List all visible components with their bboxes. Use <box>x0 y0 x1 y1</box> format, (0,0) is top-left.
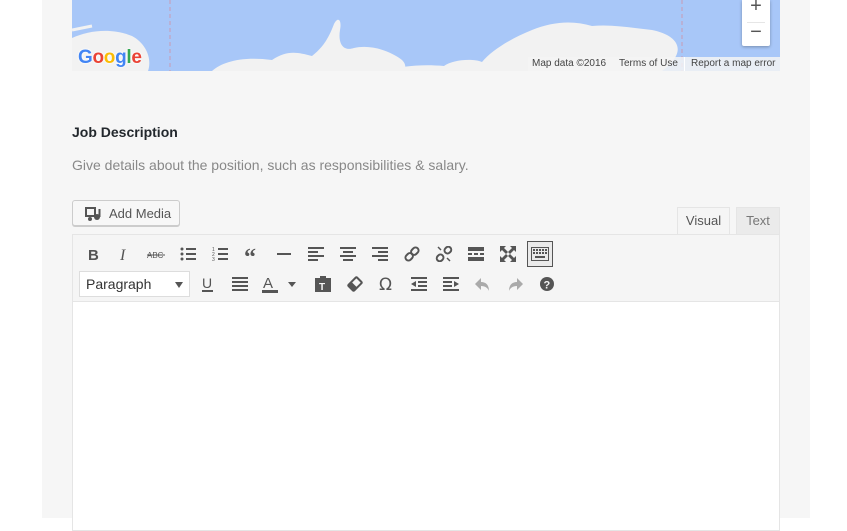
blockquote-icon[interactable]: “ <box>238 240 266 268</box>
italic-icon[interactable]: I <box>110 240 138 268</box>
svg-text:?: ? <box>544 280 551 292</box>
bold-icon[interactable]: B <box>79 240 107 268</box>
paragraph-format-select[interactable]: Paragraph <box>79 271 190 297</box>
svg-text:“: “ <box>244 247 256 261</box>
special-character-icon[interactable]: Ω <box>373 270 401 298</box>
job-description-heading: Job Description <box>72 124 178 140</box>
clear-formatting-icon[interactable] <box>341 270 369 298</box>
align-right-icon[interactable] <box>366 240 394 268</box>
add-media-icon <box>85 206 103 227</box>
google-logo-letter: e <box>131 47 142 68</box>
help-icon[interactable]: ? <box>533 270 561 298</box>
add-media-label: Add Media <box>109 206 172 221</box>
google-logo-letter: o <box>92 47 104 68</box>
remove-link-icon[interactable] <box>430 240 458 268</box>
insert-link-icon[interactable] <box>398 240 426 268</box>
text-color-icon[interactable]: A <box>258 270 302 298</box>
align-left-icon[interactable] <box>302 240 330 268</box>
bullet-list-icon[interactable] <box>174 240 202 268</box>
format-select-value: Paragraph <box>86 276 152 292</box>
paste-text-icon[interactable]: T <box>309 270 337 298</box>
read-more-icon[interactable] <box>462 240 490 268</box>
map-data-label: Map data ©2016 <box>532 58 607 69</box>
chevron-down-icon <box>175 282 183 288</box>
editor-toolbar: B I ABC 123 “ Paragraph U A T Ω ? <box>72 234 780 302</box>
google-logo: Google <box>78 47 142 69</box>
zoom-out-button[interactable]: − <box>742 22 770 44</box>
zoom-in-button[interactable]: + <box>742 0 770 18</box>
indent-icon[interactable] <box>437 270 465 298</box>
attribution-divider <box>684 57 685 71</box>
underline-icon[interactable]: U <box>194 270 222 298</box>
add-media-button[interactable]: Add Media <box>72 200 180 226</box>
align-center-icon[interactable] <box>334 240 362 268</box>
svg-text:Ω: Ω <box>379 276 392 292</box>
map-zoom-control: + − <box>742 0 770 46</box>
svg-text:U: U <box>202 276 212 291</box>
terms-of-use-link[interactable]: Terms of Use <box>619 57 678 71</box>
google-logo-letter: o <box>103 47 116 68</box>
outdent-icon[interactable] <box>405 270 433 298</box>
horizontal-line-icon[interactable] <box>270 240 298 268</box>
justify-icon[interactable] <box>226 270 254 298</box>
svg-text:T: T <box>319 282 325 292</box>
undo-icon[interactable] <box>469 270 497 298</box>
google-logo-letter: g <box>115 47 127 68</box>
svg-text:3: 3 <box>212 257 215 261</box>
map-attribution: Map data ©2016 Terms of Use Report a map… <box>528 57 780 71</box>
svg-text:I: I <box>119 247 126 261</box>
tab-visual[interactable]: Visual <box>677 207 730 235</box>
tab-text[interactable]: Text <box>736 207 780 235</box>
svg-text:A: A <box>263 275 273 292</box>
google-logo-letter: G <box>78 47 93 68</box>
strikethrough-icon[interactable]: ABC <box>142 240 170 268</box>
report-map-error-link[interactable]: Report a map error <box>691 57 775 71</box>
job-description-hint: Give details about the position, such as… <box>72 157 469 173</box>
toolbar-toggle-icon[interactable] <box>527 241 553 267</box>
svg-text:B: B <box>88 247 99 261</box>
numbered-list-icon[interactable]: 123 <box>206 240 234 268</box>
fullscreen-icon[interactable] <box>494 240 522 268</box>
redo-icon[interactable] <box>501 270 529 298</box>
job-description-editor[interactable] <box>72 301 780 531</box>
